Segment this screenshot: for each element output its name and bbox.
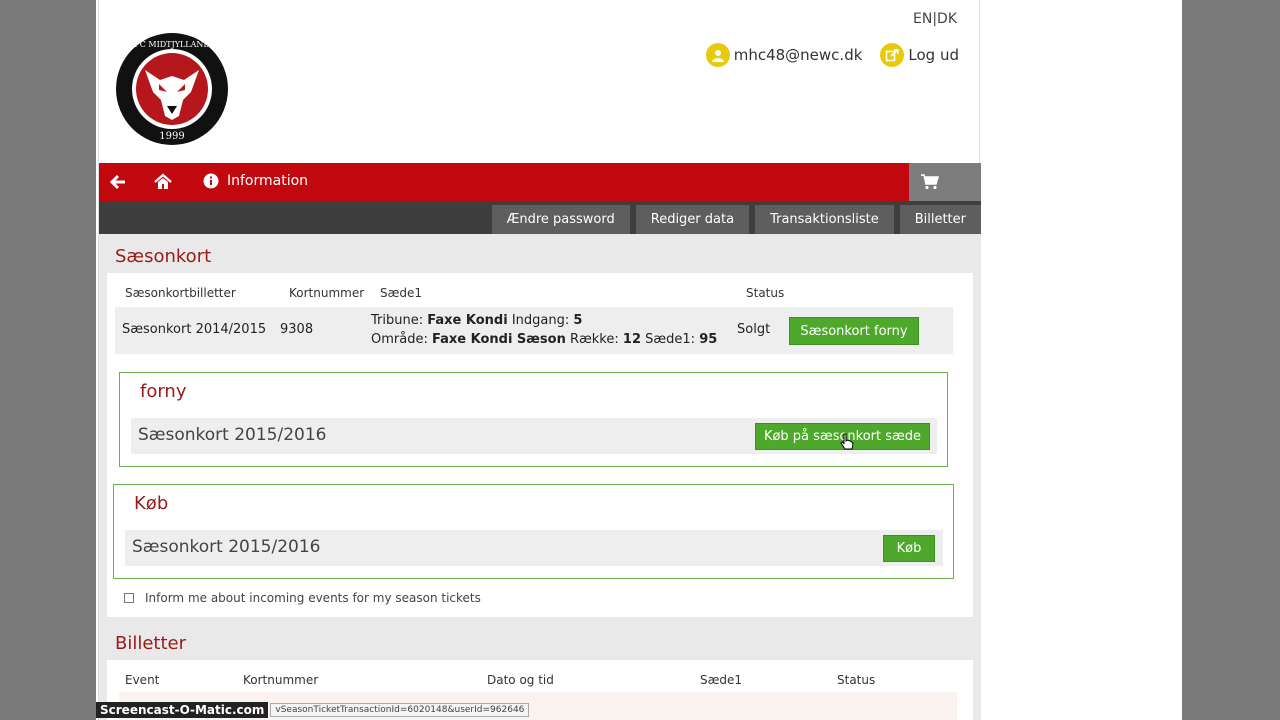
buy-heading: Køb xyxy=(134,493,169,514)
renew-heading: forny xyxy=(140,381,187,402)
tickets-heading: Billetter xyxy=(115,633,187,654)
column-header: Status xyxy=(837,673,876,687)
table-row: Sæsonkort 2014/2015 9308 Tribune: Faxe K… xyxy=(115,307,953,354)
list-item: Sæsonkort 2015/2016 Køb på sæsonkort sæd… xyxy=(131,418,937,454)
hand-cursor-icon xyxy=(840,433,854,450)
entrance-value: 5 xyxy=(573,313,583,328)
user-profile-link[interactable]: mhc48@newc.dk xyxy=(705,43,863,67)
info-icon xyxy=(203,173,219,189)
user-email: mhc48@newc.dk xyxy=(733,46,863,64)
cart-button[interactable] xyxy=(909,163,981,201)
information-label: Information xyxy=(227,173,309,189)
column-header: Dato og tid xyxy=(487,673,554,687)
user-area: mhc48@newc.dk Log ud xyxy=(705,43,959,67)
main-navigation: Information xyxy=(99,163,981,201)
user-icon xyxy=(705,43,730,67)
logo-text-bottom: 1999 xyxy=(159,131,184,142)
column-header: Kortnummer xyxy=(289,286,365,300)
tab-tickets[interactable]: Billetter xyxy=(899,205,981,234)
season-card-name: Sæsonkort 2014/2015 xyxy=(122,322,267,337)
screencast-watermark: Screencast-O-Matic.com xyxy=(96,702,269,718)
logout-link[interactable]: Log ud xyxy=(880,43,959,67)
club-logo[interactable]: FC MIDTJYLLAND 1999 xyxy=(115,32,229,146)
column-header: Status xyxy=(746,286,785,300)
area-value: Faxe Kondi Sæson xyxy=(431,332,566,347)
main-content: Sæsonkort Sæsonkortbilletter Kortnummer … xyxy=(99,234,981,720)
site-container: EN|DK FC MIDTJYLLAND 1999 mhc48@newc.dk … xyxy=(98,0,981,720)
column-header: Sæde1 xyxy=(700,673,743,687)
tab-transaction-list[interactable]: Transaktionsliste xyxy=(755,205,894,234)
tribune-label: Tribune: xyxy=(371,313,424,328)
link-url-tooltip: vSeasonTicketTransactionId=6020148&userI… xyxy=(270,703,530,717)
logo-text-top: FC MIDTJYLLAND xyxy=(134,40,210,49)
back-arrow-icon[interactable] xyxy=(109,172,129,192)
column-header: Kortnummer xyxy=(243,673,319,687)
column-header: Sæde1 xyxy=(380,286,423,300)
buy-box: Køb Sæsonkort 2015/2016 Køb xyxy=(113,484,954,579)
home-icon[interactable] xyxy=(153,172,173,192)
tab-edit-data[interactable]: Rediger data xyxy=(635,205,750,234)
row-label: Række: xyxy=(569,332,619,347)
season-card-status: Solgt xyxy=(737,322,771,337)
column-header: Event xyxy=(125,673,160,687)
inform-checkbox[interactable] xyxy=(124,593,134,603)
inform-label: Inform me about incoming events for my s… xyxy=(145,591,481,605)
list-item: Sæsonkort 2015/2016 Køb xyxy=(125,530,943,566)
renew-item-name: Sæsonkort 2015/2016 xyxy=(138,425,327,445)
column-header: Sæsonkortbilletter xyxy=(125,286,236,300)
seat-line-1: Tribune: Faxe Kondi Indgang: 5 xyxy=(371,313,582,328)
row-value: 12 xyxy=(622,332,641,347)
information-nav-item[interactable]: Information xyxy=(203,173,308,189)
seat-line-2: Område: Faxe Kondi Sæson Række: 12 Sæde1… xyxy=(371,332,717,347)
season-card-panel: Sæsonkortbilletter Kortnummer Sæde1 Stat… xyxy=(107,273,973,617)
account-subnav: Ændre password Rediger data Transaktions… xyxy=(99,201,981,234)
season-card-number: 9308 xyxy=(280,322,314,337)
status-bar: Screencast-O-Matic.com vSeasonTicketTran… xyxy=(96,702,530,718)
logout-icon xyxy=(880,43,905,67)
renew-box: forny Sæsonkort 2015/2016 Køb på sæsonko… xyxy=(119,372,948,467)
shopping-cart-icon xyxy=(921,174,939,190)
seat-value: 95 xyxy=(699,332,718,347)
tab-change-password[interactable]: Ændre password xyxy=(491,205,630,234)
seat-label: Sæde1: xyxy=(645,332,696,347)
renew-season-card-button[interactable]: Sæsonkort forny xyxy=(789,317,919,345)
season-card-heading: Sæsonkort xyxy=(115,246,212,267)
tribune-value: Faxe Kondi xyxy=(427,313,508,328)
buy-item-name: Sæsonkort 2015/2016 xyxy=(132,537,321,557)
language-switch[interactable]: EN|DK xyxy=(913,11,957,27)
logout-label: Log ud xyxy=(908,46,959,64)
buy-button[interactable]: Køb xyxy=(883,535,935,562)
entrance-label: Indgang: xyxy=(511,313,570,328)
area-label: Område: xyxy=(371,332,428,347)
